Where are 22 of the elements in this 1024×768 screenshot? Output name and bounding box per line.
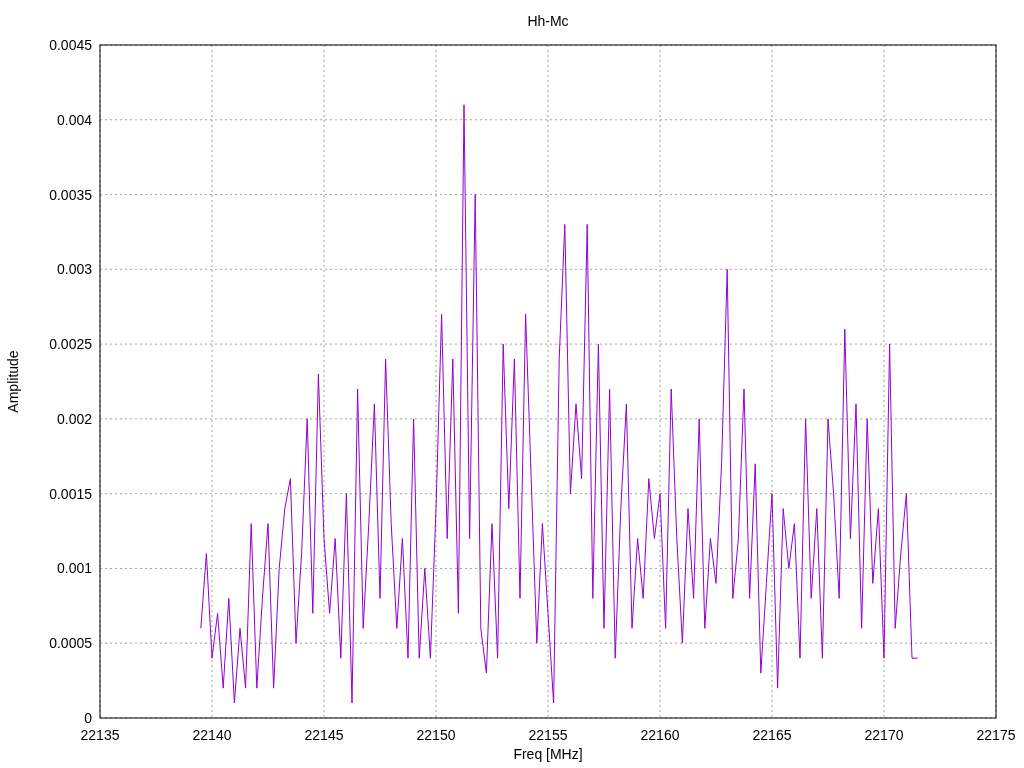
tick-label: 22170 (864, 727, 904, 743)
tick-label: 22160 (640, 727, 680, 743)
axis-label: Amplitude (5, 350, 21, 413)
tick-label: 0 (84, 710, 92, 726)
tick-label: 0.0025 (49, 336, 92, 353)
tick-label: 0.0005 (49, 635, 92, 652)
axis-label: Freq [MHz] (513, 746, 583, 762)
tick-label: 0.001 (56, 560, 92, 577)
tick-label: 22140 (192, 727, 232, 743)
tick-label: 22135 (80, 727, 120, 743)
tick-label: 22175 (976, 727, 1016, 743)
tick-label: 0.0045 (49, 37, 92, 53)
tick-label: 22155 (528, 727, 568, 743)
tick-label: 22150 (416, 727, 456, 743)
tick-label: 0.0015 (49, 485, 92, 502)
tick-label: 0.0035 (49, 186, 92, 203)
tick-label: 22145 (304, 727, 344, 743)
tick-label: 0.002 (56, 410, 92, 427)
tick-label: 0.003 (56, 261, 92, 278)
tick-label: 0.004 (56, 111, 92, 128)
chart-title: Hh-Mc (527, 13, 569, 29)
tick-label: 22165 (752, 727, 792, 743)
